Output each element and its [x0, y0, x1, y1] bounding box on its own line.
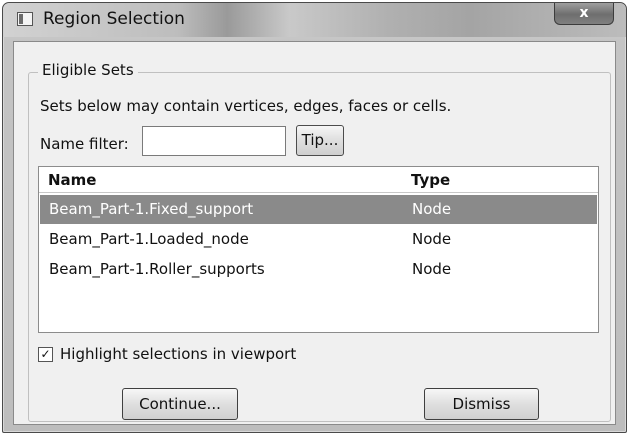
description-text: Sets below may contain vertices, edges, … — [40, 97, 452, 115]
dismiss-button[interactable]: Dismiss — [424, 388, 539, 420]
close-button[interactable]: x — [554, 3, 614, 25]
name-filter-label: Name filter: — [40, 135, 129, 153]
highlight-checkbox[interactable]: ✓ — [38, 347, 53, 362]
row-name: Beam_Part-1.Roller_supports — [49, 260, 265, 278]
row-type: Node — [412, 230, 452, 248]
continue-button[interactable]: Continue... — [122, 388, 238, 420]
list-row[interactable]: Beam_Part-1.Fixed_support Node — [40, 195, 597, 224]
row-name: Beam_Part-1.Fixed_support — [49, 200, 254, 218]
window-title: Region Selection — [43, 9, 185, 29]
list-row[interactable]: Beam_Part-1.Loaded_node Node — [40, 225, 597, 254]
dialog-body: Eligible Sets Sets below may contain ver… — [13, 41, 616, 425]
sets-list[interactable]: Name Type Beam_Part-1.Fixed_support Node… — [38, 166, 599, 333]
column-header-type[interactable]: Type — [411, 171, 450, 189]
row-type: Node — [412, 200, 452, 218]
row-name: Beam_Part-1.Loaded_node — [49, 230, 249, 248]
title-bar[interactable]: Region Selection x — [3, 3, 626, 37]
list-row[interactable]: Beam_Part-1.Roller_supports Node — [40, 255, 597, 284]
name-filter-input[interactable] — [142, 126, 286, 156]
group-label: Eligible Sets — [38, 61, 138, 79]
window-icon — [17, 12, 33, 26]
tip-button[interactable]: Tip... — [296, 125, 344, 156]
list-header: Name Type — [39, 167, 598, 193]
highlight-label: Highlight selections in viewport — [60, 345, 297, 363]
region-selection-dialog: Region Selection x Eligible Sets Sets be… — [2, 2, 627, 433]
row-type: Node — [412, 260, 452, 278]
column-header-name[interactable]: Name — [48, 171, 96, 189]
